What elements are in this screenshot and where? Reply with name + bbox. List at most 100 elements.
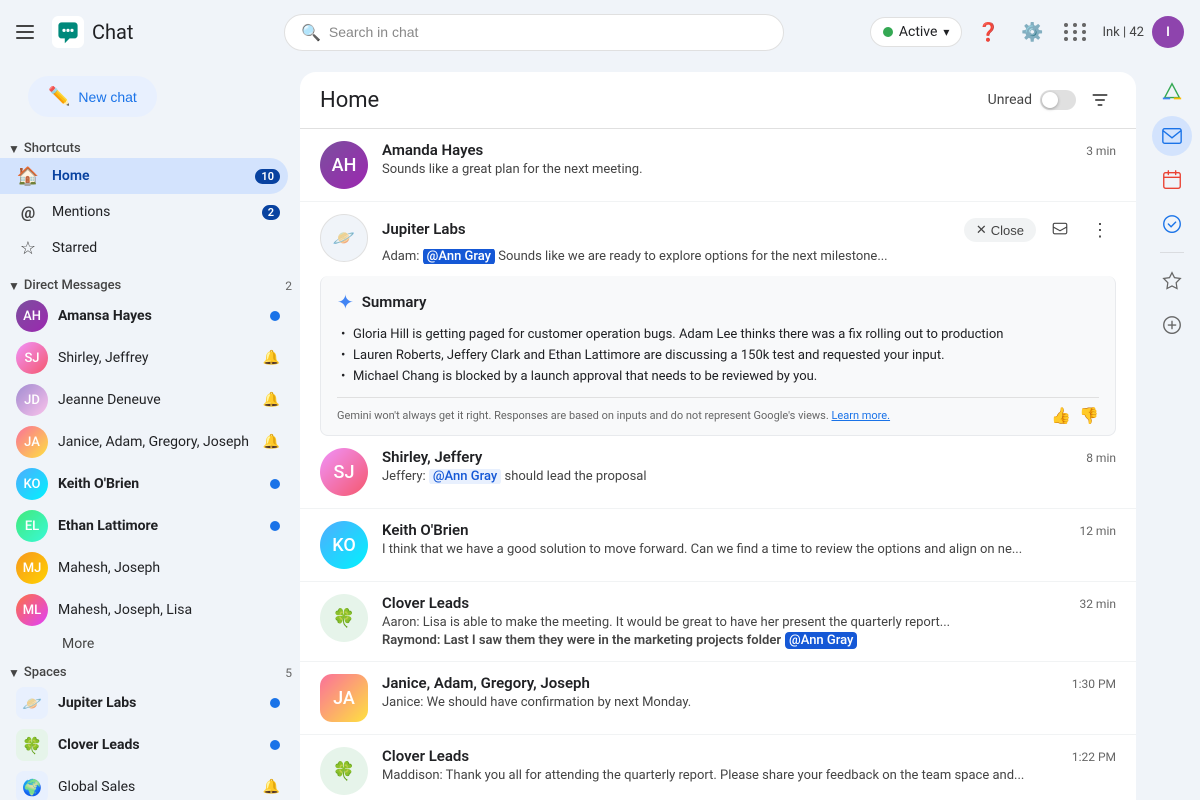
thumbs-down-button[interactable]: 👎 <box>1079 406 1099 425</box>
user-avatar[interactable]: I <box>1152 16 1184 48</box>
help-button[interactable]: ❓ <box>970 14 1006 50</box>
new-chat-label: New chat <box>78 89 136 105</box>
space-name-jupiter-labs: Jupiter Labs <box>58 695 270 711</box>
space-item-global-sales[interactable]: 🌍 Global Sales 🔔 <box>0 766 288 800</box>
dm-item-jeanne-deneuve[interactable]: JD Jeanne Deneuve 🔔 <box>0 379 288 421</box>
dm-item-ethan-lattimore[interactable]: EL Ethan Lattimore <box>0 505 288 547</box>
hamburger-menu-button[interactable] <box>16 20 40 44</box>
right-bar-drive-icon[interactable] <box>1152 72 1192 112</box>
new-chat-container: ✏️ New chat <box>0 72 300 137</box>
message-time-shirley-jeffery: 8 min <box>1086 451 1116 465</box>
right-bar-tasks-icon[interactable] <box>1152 204 1192 244</box>
sidebar-item-starred[interactable]: ☆ Starred <box>0 230 288 266</box>
status-dot-icon <box>883 27 893 37</box>
shortcuts-section-header[interactable]: ▼ Shortcuts <box>0 137 300 158</box>
status-chevron-icon: ▾ <box>943 25 949 39</box>
close-label: Close <box>991 223 1024 238</box>
space-item-clover-leads[interactable]: 🍀 Clover Leads <box>0 724 288 766</box>
dm-name-keith-obrien: Keith O'Brien <box>58 476 270 492</box>
sender-name-clover-leads-1: Clover Leads <box>382 594 469 612</box>
status-button[interactable]: Active ▾ <box>870 17 963 47</box>
summary-card: ✦ Summary Gloria Hill is getting paged f… <box>320 276 1116 436</box>
message-preview-clover-leads-2: Maddison: Thank you all for attending th… <box>382 768 1116 783</box>
search-input[interactable] <box>329 24 767 40</box>
dm-item-mahesh-joseph-lisa[interactable]: ML Mahesh, Joseph, Lisa <box>0 589 288 631</box>
dm-item-shirley-jeffrey[interactable]: SJ Shirley, Jeffrey 🔔 <box>0 337 288 379</box>
dm-section-header[interactable]: ▼ Direct Messages 2 <box>0 274 300 295</box>
dm-name-mahesh-joseph-lisa: Mahesh, Joseph, Lisa <box>58 602 280 618</box>
right-bar-calendar-icon[interactable] <box>1152 160 1192 200</box>
shortcuts-list: 🏠 Home 10 @ Mentions 2 ☆ Starred <box>0 158 300 266</box>
right-bar <box>1144 64 1200 800</box>
spaces-section-header[interactable]: ▼ Spaces 5 <box>0 661 300 682</box>
learn-more-link[interactable]: Learn more. <box>831 409 890 422</box>
app-header: Chat <box>16 16 276 48</box>
message-item-shirley-jeffery[interactable]: SJ Shirley, Jeffery 8 min Jeffery: @Ann … <box>300 436 1136 509</box>
avatar-keith-obrien: KO <box>16 468 48 500</box>
apps-button[interactable] <box>1058 14 1094 50</box>
dm-name-shirley-jeffrey: Shirley, Jeffrey <box>58 350 263 366</box>
shortcuts-label: Shortcuts <box>24 141 81 156</box>
sender-name-clover-leads-2: Clover Leads <box>382 747 469 765</box>
reply-button[interactable] <box>1044 214 1076 246</box>
message-item-amanda-hayes[interactable]: AH Amanda Hayes 3 min Sounds like a grea… <box>300 129 1136 202</box>
dm-item-mahesh-joseph[interactable]: MJ Mahesh, Joseph <box>0 547 288 589</box>
preview-suffix-jupiter: Sounds like we are ready to explore opti… <box>498 249 887 264</box>
space-icon-jupiter-labs: 🪐 <box>16 687 48 719</box>
unread-toggle[interactable] <box>1040 90 1076 110</box>
search-box[interactable]: 🔍 <box>284 14 784 51</box>
settings-button[interactable]: ⚙️ <box>1014 14 1050 50</box>
message-item-clover-leads-1[interactable]: 🍀 Clover Leads 32 min Aaron: Lisa is abl… <box>300 582 1136 662</box>
bell-icon-shirley: 🔔 <box>263 350 280 366</box>
space-icon-clover-leads: 🍀 <box>16 729 48 761</box>
message-time-janice-adam-group: 1:30 PM <box>1072 677 1116 691</box>
dm-item-janice-adam-group[interactable]: JA Janice, Adam, Gregory, Joseph 🔔 <box>0 421 288 463</box>
message-header-jupiter-labs: Jupiter Labs ✕ Close ⋮ <box>382 214 1116 246</box>
top-bar-right: Active ▾ ❓ ⚙️ Ink | 42 I <box>870 14 1184 50</box>
thumbs-up-button[interactable]: 👍 <box>1051 406 1071 425</box>
right-bar-starred-icon[interactable] <box>1152 261 1192 301</box>
message-item-jupiter-labs[interactable]: 🪐 Jupiter Labs ✕ Close <box>300 202 1136 276</box>
preview-prefix-shirley: Jeffery: <box>382 469 429 484</box>
avatar-shirley-jeffrey: SJ <box>16 342 48 374</box>
right-bar-mail-icon[interactable] <box>1152 116 1192 156</box>
avatar-jeanne-deneuve: JD <box>16 384 48 416</box>
dm-name-amansa-hayes: Amansa Hayes <box>58 308 270 324</box>
unread-section: Unread <box>988 90 1076 110</box>
jupiter-actions: ✕ Close ⋮ <box>964 214 1116 246</box>
message-item-keith-obrien[interactable]: KO Keith O'Brien 12 min I think that we … <box>300 509 1136 582</box>
main-panel: Home Unread AH Amanda Hayes <box>300 72 1136 800</box>
dm-item-amansa-hayes[interactable]: AH Amansa Hayes <box>0 295 288 337</box>
message-content-clover-leads-1: Clover Leads 32 min Aaron: Lisa is able … <box>382 594 1116 649</box>
avatar-shirley-jeffery: SJ <box>320 448 368 496</box>
avatar-amanda-hayes: AH <box>320 141 368 189</box>
user-avatar-initials: I <box>1166 25 1170 40</box>
message-item-janice-adam-group[interactable]: JA Janice, Adam, Gregory, Joseph 1:30 PM… <box>300 662 1136 735</box>
summary-footer: Gemini won't always get it right. Respon… <box>337 397 1099 425</box>
dm-name-ethan-lattimore: Ethan Lattimore <box>58 518 270 534</box>
message-item-clover-leads-2[interactable]: 🍀 Clover Leads 1:22 PM Maddison: Thank y… <box>300 735 1136 800</box>
more-button[interactable]: More <box>0 631 300 657</box>
unread-dot-ethan <box>270 521 280 531</box>
close-x-icon: ✕ <box>976 222 987 238</box>
avatar-clover-leads-2: 🍀 <box>320 747 368 795</box>
sender-name-shirley-jeffery: Shirley, Jeffery <box>382 448 482 466</box>
close-button[interactable]: ✕ Close <box>964 218 1036 242</box>
filter-button[interactable] <box>1084 84 1116 116</box>
dm-item-keith-obrien[interactable]: KO Keith O'Brien <box>0 463 288 505</box>
avatar-amansa-hayes: AH <box>16 300 48 332</box>
space-item-jupiter-labs[interactable]: 🪐 Jupiter Labs <box>0 682 288 724</box>
sidebar-item-home[interactable]: 🏠 Home 10 <box>0 158 288 194</box>
right-bar-add-icon[interactable] <box>1152 305 1192 345</box>
more-options-button[interactable]: ⋮ <box>1084 214 1116 246</box>
help-icon: ❓ <box>977 22 999 43</box>
sidebar: ✏️ New chat ▼ Shortcuts 🏠 Home 10 @ Ment… <box>0 64 300 800</box>
preview-prefix: Adam: <box>382 249 423 264</box>
gemini-star-icon: ✦ <box>337 290 354 314</box>
sidebar-item-mentions[interactable]: @ Mentions 2 <box>0 194 288 230</box>
right-bar-divider <box>1160 252 1184 253</box>
message-preview-clover-line2: Raymond: Last I saw them they were in th… <box>382 632 1116 649</box>
new-chat-button[interactable]: ✏️ New chat <box>28 76 157 117</box>
unread-dot-amansa <box>270 311 280 321</box>
message-header-keith-obrien: Keith O'Brien 12 min <box>382 521 1116 539</box>
